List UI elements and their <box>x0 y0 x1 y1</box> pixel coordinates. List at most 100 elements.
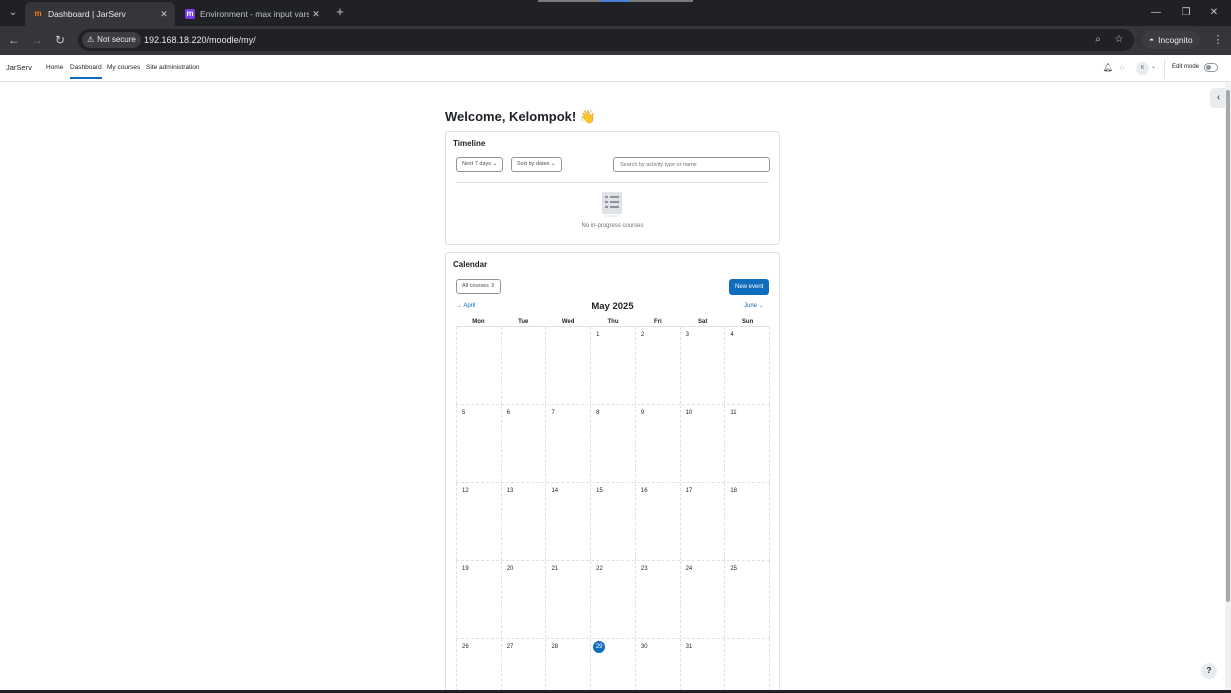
notifications-bell-icon[interactable]: 🔔︎ <box>1102 62 1114 74</box>
calendar-day-cell[interactable]: 12 <box>456 483 502 560</box>
calendar-day-cell[interactable]: 17 <box>681 483 726 560</box>
calendar-day-cell[interactable]: 1 <box>591 327 636 404</box>
day-number[interactable]: 28 <box>551 644 558 650</box>
calendar-day-cell[interactable]: 14 <box>546 483 592 560</box>
url-text[interactable]: 192.168.18.220/moodle/my/ <box>144 29 256 51</box>
calendar-day-cell[interactable]: 30 <box>636 639 681 693</box>
day-number[interactable]: 23 <box>641 566 648 572</box>
day-number[interactable]: 21 <box>551 566 558 572</box>
security-chip[interactable]: ⚠ Not secure <box>82 32 141 48</box>
address-bar[interactable]: ⚠ Not secure 192.168.18.220/moodle/my/ ⌕… <box>78 29 1134 51</box>
day-number[interactable]: 15 <box>596 488 603 494</box>
calendar-day-cell[interactable]: 20 <box>502 561 547 638</box>
calendar-day-cell[interactable]: 15 <box>591 483 636 560</box>
reload-icon[interactable]: ↻ <box>52 32 68 48</box>
course-filter-select[interactable]: All courses ⇕ <box>456 279 502 294</box>
tab-dashboard[interactable]: m Dashboard | JarServ ✕ <box>25 2 175 26</box>
calendar-day-cell[interactable]: 9 <box>636 405 681 482</box>
chevron-down-icon[interactable]: ⌄ <box>1151 63 1156 70</box>
day-number[interactable]: 8 <box>596 410 599 416</box>
day-number[interactable]: 4 <box>730 332 733 338</box>
user-avatar[interactable]: K <box>1136 62 1149 75</box>
day-number[interactable]: 20 <box>507 566 514 572</box>
calendar-day-cell[interactable]: 27 <box>502 639 547 693</box>
calendar-day-cell[interactable]: 3 <box>681 327 726 404</box>
today-day-number[interactable]: 29 <box>593 641 606 653</box>
day-number[interactable]: 22 <box>596 566 603 572</box>
day-number[interactable]: 3 <box>686 332 689 338</box>
close-tab-icon[interactable]: ✕ <box>157 9 171 20</box>
calendar-day-cell[interactable]: 2 <box>636 327 681 404</box>
calendar-day-cell[interactable]: 10 <box>681 405 726 482</box>
edit-mode-toggle[interactable] <box>1204 63 1218 72</box>
nav-my-courses[interactable]: My courses <box>107 64 140 71</box>
day-number[interactable]: 11 <box>730 410 736 416</box>
close-tab-icon[interactable]: ✕ <box>309 9 323 20</box>
day-number[interactable]: 9 <box>641 410 644 416</box>
day-number[interactable]: 30 <box>641 644 648 650</box>
calendar-day-cell[interactable]: 23 <box>636 561 681 638</box>
calendar-day-cell[interactable]: 18 <box>725 483 771 560</box>
calendar-day-cell[interactable]: 25 <box>725 561 771 638</box>
calendar-day-cell[interactable]: 31 <box>681 639 726 693</box>
calendar-day-cell[interactable]: 6 <box>502 405 547 482</box>
tab-search-chevron-icon[interactable]: ⌄ <box>5 6 21 20</box>
bookmark-star-icon[interactable]: ☆ <box>1111 32 1127 48</box>
day-number[interactable]: 6 <box>507 410 510 416</box>
forward-icon[interactable]: → <box>29 32 45 48</box>
timeline-filter-dropdown[interactable]: Next 7 days ⌄ <box>456 157 504 172</box>
calendar-day-cell[interactable]: 16 <box>636 483 681 560</box>
day-number[interactable]: 14 <box>551 488 558 494</box>
calendar-day-cell[interactable]: 24 <box>681 561 726 638</box>
day-number[interactable]: 16 <box>641 488 648 494</box>
day-number[interactable]: 2 <box>641 332 644 338</box>
day-number[interactable]: 13 <box>507 488 514 494</box>
close-window-icon[interactable]: ✕ <box>1206 5 1222 21</box>
day-number[interactable]: 10 <box>686 410 693 416</box>
calendar-day-cell[interactable]: 29 <box>591 639 636 693</box>
calendar-day-cell[interactable]: 28 <box>546 639 592 693</box>
zoom-icon[interactable]: ⌕ <box>1090 32 1106 48</box>
day-number[interactable]: 26 <box>462 644 469 650</box>
timeline-sort-dropdown[interactable]: Sort by dates ⌄ <box>511 157 562 172</box>
nav-dashboard[interactable]: Dashboard <box>70 64 102 79</box>
back-icon[interactable]: ← <box>6 32 22 48</box>
messages-icon[interactable]: ◌ <box>1116 62 1128 74</box>
day-number[interactable]: 1 <box>596 332 599 338</box>
day-number[interactable]: 7 <box>551 410 554 416</box>
day-number[interactable]: 19 <box>462 566 469 572</box>
next-month-link[interactable]: June ← <box>744 303 765 309</box>
calendar-day-cell[interactable]: 11 <box>725 405 771 482</box>
help-button[interactable]: ? <box>1201 663 1217 679</box>
site-brand[interactable]: JarServ <box>6 63 32 72</box>
day-number[interactable]: 31 <box>686 644 693 650</box>
minimize-icon[interactable]: — <box>1148 5 1164 21</box>
calendar-day-cell[interactable]: 13 <box>502 483 547 560</box>
scrollbar-thumb[interactable] <box>1226 90 1230 602</box>
calendar-day-cell[interactable]: 22 <box>591 561 636 638</box>
browser-menu-icon[interactable]: ⋮ <box>1211 32 1225 48</box>
new-event-button[interactable]: New event <box>729 279 770 295</box>
day-number[interactable]: 27 <box>507 644 514 650</box>
incognito-badge[interactable]: ◓ Incognito <box>1142 31 1200 49</box>
restore-icon[interactable]: ❐ <box>1178 5 1194 21</box>
day-number[interactable]: 18 <box>730 488 737 494</box>
nav-site-administration[interactable]: Site administration <box>146 64 199 71</box>
timeline-search-input[interactable] <box>613 157 770 172</box>
day-number[interactable]: 5 <box>462 410 465 416</box>
calendar-day-cell[interactable]: 26 <box>456 639 502 693</box>
calendar-day-cell[interactable]: 5 <box>456 405 502 482</box>
calendar-day-cell[interactable]: 4 <box>725 327 771 404</box>
calendar-day-cell[interactable]: 19 <box>456 561 502 638</box>
day-number[interactable]: 24 <box>686 566 693 572</box>
nav-home[interactable]: Home <box>46 64 63 71</box>
day-number[interactable]: 25 <box>730 566 737 572</box>
new-tab-icon[interactable]: + <box>333 5 347 19</box>
browser-toolbar: ← → ↻ ⚠ Not secure 192.168.18.220/moodle… <box>0 26 1231 55</box>
tab-environment[interactable]: m Environment - max input vars ✕ <box>177 2 327 26</box>
calendar-day-cell[interactable]: 21 <box>546 561 592 638</box>
day-number[interactable]: 17 <box>686 488 693 494</box>
day-number[interactable]: 12 <box>462 488 469 494</box>
calendar-day-cell[interactable]: 8 <box>591 405 636 482</box>
calendar-day-cell[interactable]: 7 <box>546 405 592 482</box>
